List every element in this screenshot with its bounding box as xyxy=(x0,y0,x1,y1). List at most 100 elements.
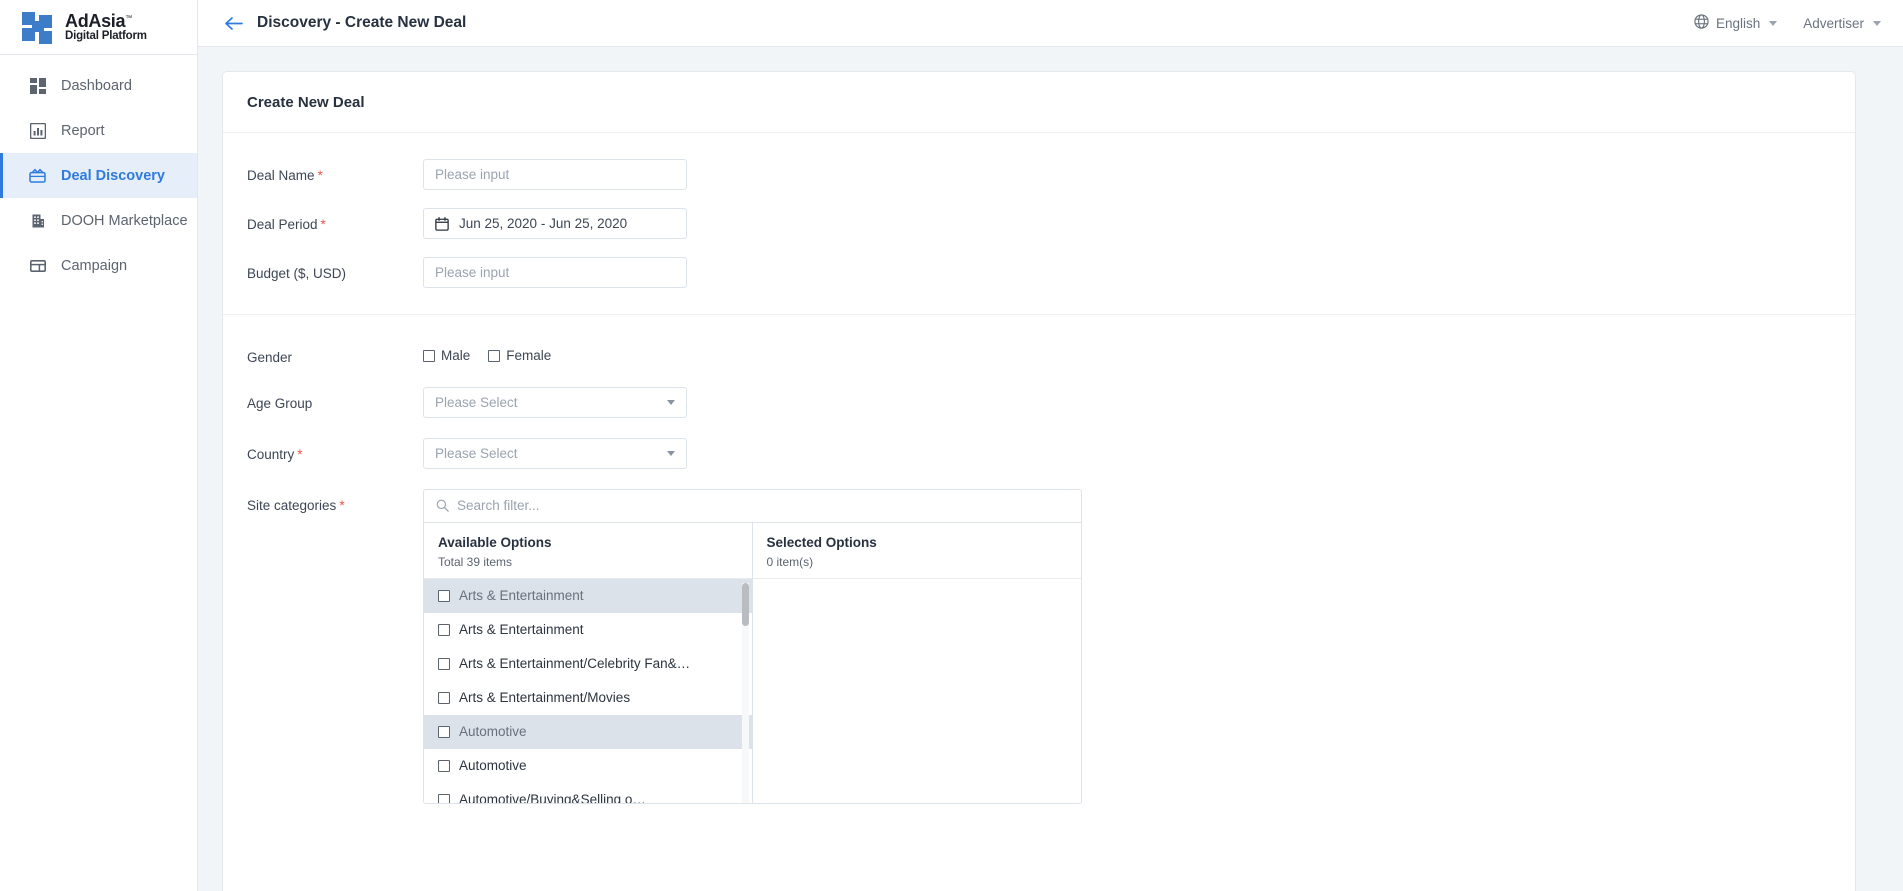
deal-basic-section: Deal Name* Please input Deal Period* xyxy=(223,133,1855,315)
gender-checkbox-female[interactable]: Female xyxy=(488,348,551,363)
sidebar-item-deal-discovery[interactable]: Deal Discovery xyxy=(0,153,197,198)
list-item[interactable]: Arts & Entertainment/Celebrity Fan&… xyxy=(424,647,752,681)
account-selector[interactable]: Advertiser xyxy=(1803,16,1881,31)
list-item-label: Automotive xyxy=(459,758,527,773)
globe-icon xyxy=(1694,14,1709,32)
list-item[interactable]: Automotive xyxy=(424,715,752,749)
gender-option-label: Female xyxy=(506,348,551,363)
sidebar-item-label: Campaign xyxy=(61,258,127,274)
country-placeholder: Please Select xyxy=(435,446,518,461)
age-group-label: Age Group xyxy=(247,387,423,413)
brand-name: AdAsia xyxy=(65,11,125,31)
selected-options-header: Selected Options 0 item(s) xyxy=(753,523,1082,579)
checkbox-icon[interactable] xyxy=(438,726,450,738)
page-title: Discovery - Create New Deal xyxy=(257,14,466,32)
available-options-list[interactable]: Arts & Entertainment Arts & Entertainmen… xyxy=(424,579,752,803)
age-group-select[interactable]: Please Select xyxy=(423,387,687,418)
budget-label: Budget ($, USD) xyxy=(247,257,423,283)
list-item[interactable]: Automotive/Buying&Selling o… xyxy=(424,783,752,803)
brand-trademark: ™ xyxy=(125,15,132,22)
gender-checkbox-group: Male Female xyxy=(423,341,551,363)
budget-input[interactable]: Please input xyxy=(423,257,687,288)
country-select[interactable]: Please Select xyxy=(423,438,687,469)
list-item-label: Automotive/Buying&Selling o… xyxy=(459,792,646,803)
language-label: English xyxy=(1716,16,1760,31)
chevron-down-icon xyxy=(667,400,675,405)
list-item[interactable]: Automotive xyxy=(424,749,752,783)
sidebar-item-dooh-marketplace[interactable]: DOOH Marketplace xyxy=(0,198,197,243)
required-marker: * xyxy=(339,498,344,513)
deal-period-input[interactable]: Jun 25, 2020 - Jun 25, 2020 xyxy=(423,208,687,239)
calendar-icon xyxy=(435,217,449,231)
sidebar-item-label: Dashboard xyxy=(61,78,132,94)
dashboard-icon xyxy=(29,77,46,94)
site-categories-search[interactable]: Search filter... xyxy=(424,490,1081,523)
selected-options-list[interactable] xyxy=(753,579,1082,803)
targeting-section: Gender Male Female xyxy=(223,315,1855,830)
checkbox-icon[interactable] xyxy=(438,590,450,602)
sidebar-item-dashboard[interactable]: Dashboard xyxy=(0,63,197,108)
brand-logo[interactable]: AdAsia™ Digital Platform xyxy=(0,0,197,55)
checkbox-icon[interactable] xyxy=(438,692,450,704)
country-row: Country* Please Select xyxy=(247,438,1831,469)
required-marker: * xyxy=(318,168,323,183)
budget-placeholder: Please input xyxy=(435,265,509,280)
brand-tagline: Digital Platform xyxy=(65,30,147,42)
topbar-right: English Advertiser xyxy=(1694,14,1881,32)
sidebar-item-campaign[interactable]: Campaign xyxy=(0,243,197,288)
list-item[interactable]: Arts & Entertainment xyxy=(424,579,752,613)
available-options-count: Total 39 items xyxy=(438,555,738,569)
sidebar-item-label: Report xyxy=(61,123,105,139)
sidebar-item-report[interactable]: Report xyxy=(0,108,197,153)
checkbox-icon[interactable] xyxy=(438,658,450,670)
campaign-icon xyxy=(29,257,46,274)
chevron-down-icon xyxy=(1873,21,1881,26)
topbar: Discovery - Create New Deal English Adve… xyxy=(198,0,1903,47)
sidebar-item-label: DOOH Marketplace xyxy=(61,213,188,229)
duallist-body: Available Options Total 39 items Arts & … xyxy=(424,523,1081,803)
checkbox-icon[interactable] xyxy=(423,350,435,362)
gender-option-label: Male xyxy=(441,348,470,363)
available-options-header: Available Options Total 39 items xyxy=(424,523,752,579)
checkbox-icon[interactable] xyxy=(438,794,450,803)
age-group-row: Age Group Please Select xyxy=(247,387,1831,418)
gender-checkbox-male[interactable]: Male xyxy=(423,348,470,363)
search-placeholder: Search filter... xyxy=(457,498,540,513)
chevron-down-icon xyxy=(1769,21,1777,26)
checkbox-icon[interactable] xyxy=(438,760,450,772)
age-group-placeholder: Please Select xyxy=(435,395,518,410)
budget-row: Budget ($, USD) Please input xyxy=(247,257,1831,288)
selected-options-count: 0 item(s) xyxy=(767,555,1068,569)
language-selector[interactable]: English xyxy=(1694,14,1777,32)
available-options-panel: Available Options Total 39 items Arts & … xyxy=(424,523,753,803)
deal-name-placeholder: Please input xyxy=(435,167,509,182)
checkbox-icon[interactable] xyxy=(438,624,450,636)
report-icon xyxy=(29,122,46,139)
sidebar-nav: Dashboard Report Deal Discovery DOOH Mar… xyxy=(0,55,197,288)
arrow-left-icon[interactable] xyxy=(222,12,244,34)
content-scroll-area: Create New Deal Deal Name* Please input xyxy=(198,47,1903,891)
create-deal-card: Create New Deal Deal Name* Please input xyxy=(222,71,1856,891)
available-list-scrollbar-thumb[interactable] xyxy=(742,583,749,626)
adasia-logo-icon xyxy=(22,12,56,42)
required-marker: * xyxy=(297,447,302,462)
building-icon xyxy=(29,212,46,229)
chevron-down-icon xyxy=(667,451,675,456)
list-item-label: Arts & Entertainment xyxy=(459,622,584,637)
list-item[interactable]: Arts & Entertainment xyxy=(424,613,752,647)
checkbox-icon[interactable] xyxy=(488,350,500,362)
deal-period-label: Deal Period* xyxy=(247,208,423,234)
deal-period-row: Deal Period* Jun 25, 2020 - Jun 25, 2020 xyxy=(247,208,1831,239)
deal-name-row: Deal Name* Please input xyxy=(247,159,1831,190)
sidebar: AdAsia™ Digital Platform Dashboard Repor… xyxy=(0,0,198,891)
site-categories-label: Site categories* xyxy=(247,489,423,515)
country-label: Country* xyxy=(247,438,423,464)
required-marker: * xyxy=(321,217,326,232)
app-root: AdAsia™ Digital Platform Dashboard Repor… xyxy=(0,0,1903,891)
deal-period-value: Jun 25, 2020 - Jun 25, 2020 xyxy=(459,216,627,231)
available-options-title: Available Options xyxy=(438,535,738,550)
list-item[interactable]: Arts & Entertainment/Movies xyxy=(424,681,752,715)
deal-name-input[interactable]: Please input xyxy=(423,159,687,190)
gender-label: Gender xyxy=(247,341,423,367)
card-title: Create New Deal xyxy=(247,94,1831,111)
